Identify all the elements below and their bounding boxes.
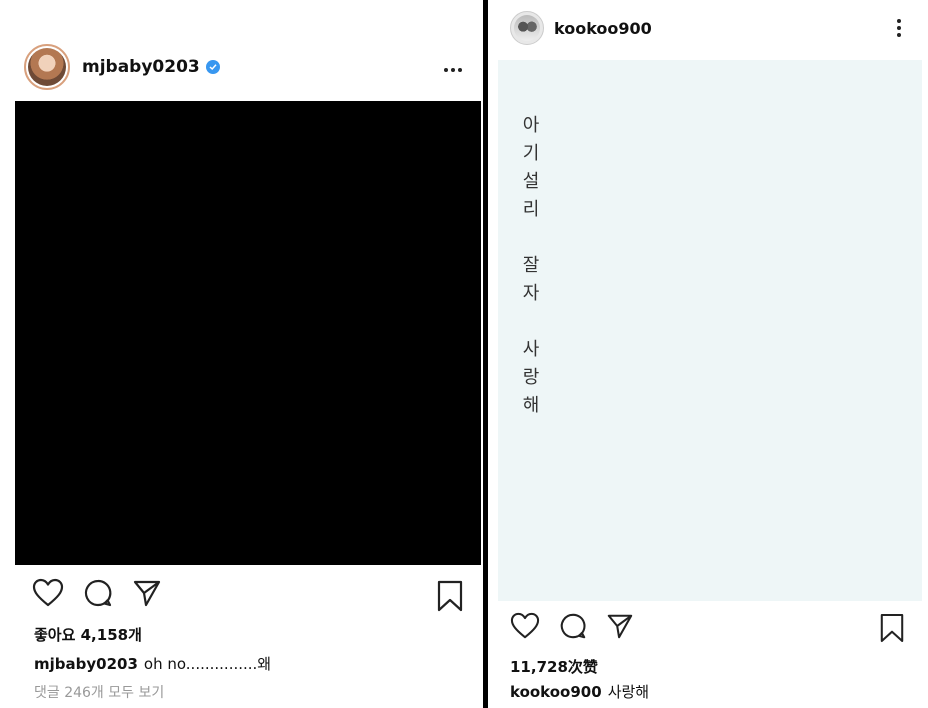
caption-text: 사랑해 (607, 683, 650, 701)
caption-text: oh no...............왜 (143, 655, 272, 673)
image-char: 리 (522, 199, 540, 220)
bookmark-icon[interactable] (436, 580, 464, 616)
username[interactable]: kookoo900 (554, 19, 652, 38)
bookmark-icon[interactable] (879, 613, 905, 647)
post-left: mjbaby0203 좋아요 4,158개 mjbaby0203 oh no...… (0, 0, 483, 708)
post-header: mjbaby0203 (24, 44, 220, 90)
share-icon[interactable] (606, 612, 634, 644)
post-header: kookoo900 (510, 10, 652, 46)
image-char: 사 (522, 339, 540, 360)
like-count[interactable]: 좋아요 4,158개 (34, 624, 142, 645)
image-char: 설 (522, 171, 540, 192)
action-bar (32, 578, 181, 612)
caption: kookoo900 사랑해 (510, 681, 649, 702)
comment-icon[interactable] (83, 578, 113, 612)
post-right: kookoo900 아 기 설 리 잘 자 사 랑 해 11,728次赞 koo… (488, 0, 928, 708)
verified-badge-icon (205, 60, 220, 74)
image-char: 기 (522, 143, 540, 164)
heart-icon[interactable] (510, 612, 540, 644)
avatar[interactable] (510, 11, 544, 45)
share-icon[interactable] (132, 578, 162, 612)
view-all-comments-link[interactable]: 댓글 246개 모두 보기 (34, 682, 164, 702)
more-options-icon[interactable] (443, 58, 463, 77)
image-char: 랑 (522, 367, 540, 388)
image-char: 해 (522, 395, 540, 416)
heart-icon[interactable] (32, 578, 64, 612)
post-image[interactable] (15, 101, 481, 565)
username[interactable]: mjbaby0203 (82, 57, 200, 77)
image-char: 잘 (522, 255, 540, 276)
action-bar (510, 612, 653, 644)
caption: mjbaby0203 oh no...............왜 (34, 653, 271, 674)
image-char: 아 (522, 115, 540, 136)
post-image[interactable]: 아 기 설 리 잘 자 사 랑 해 (498, 60, 922, 601)
caption-username[interactable]: kookoo900 (510, 683, 602, 701)
more-options-icon[interactable] (896, 18, 902, 42)
caption-username[interactable]: mjbaby0203 (34, 655, 138, 673)
avatar[interactable] (24, 44, 70, 90)
image-text: 아 기 설 리 잘 자 사 랑 해 (520, 112, 542, 420)
comment-icon[interactable] (559, 612, 587, 644)
image-char: 자 (522, 283, 540, 304)
like-count[interactable]: 11,728次赞 (510, 656, 598, 677)
